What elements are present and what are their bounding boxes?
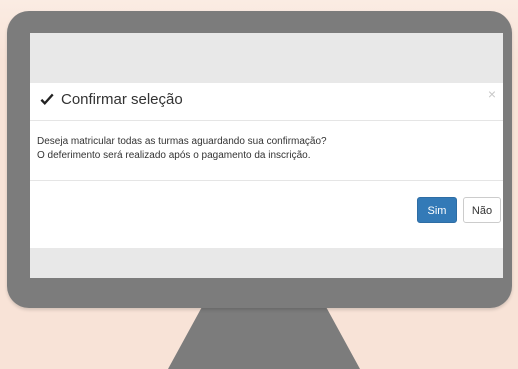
monitor-frame: Confirmar seleção × Deseja matricular to… <box>7 11 512 308</box>
dialog-footer: Sim Não <box>30 180 503 249</box>
screen: Confirmar seleção × Deseja matricular to… <box>30 33 503 278</box>
dialog-title: Confirmar seleção <box>61 91 183 108</box>
confirm-button[interactable]: Sim <box>417 197 457 223</box>
dialog-message-line: O deferimento será realizado após o paga… <box>37 150 311 161</box>
dialog-body: Deseja matricular todas as turmas aguard… <box>37 135 497 163</box>
dialog-header: Confirmar seleção × <box>30 83 503 121</box>
cancel-button[interactable]: Não <box>463 197 501 223</box>
dialog-message-line: Deseja matricular todas as turmas aguard… <box>37 136 327 147</box>
confirm-dialog: Confirmar seleção × Deseja matricular to… <box>30 83 503 248</box>
check-icon <box>40 93 54 105</box>
close-icon[interactable]: × <box>485 87 499 101</box>
